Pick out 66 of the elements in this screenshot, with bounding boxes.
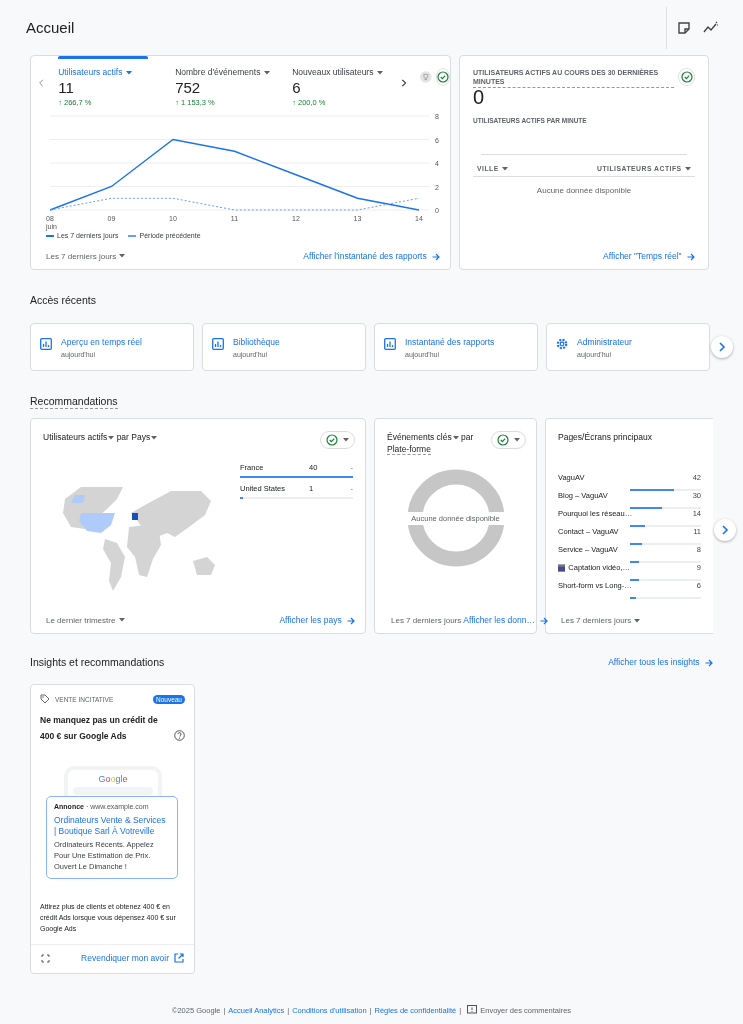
realtime-value: 0 bbox=[473, 86, 486, 109]
bar-chart-icon bbox=[384, 338, 396, 350]
arrow-right-icon bbox=[705, 658, 713, 667]
feedback-icon bbox=[467, 1005, 478, 1015]
metric-selector[interactable]: Utilisateurs actifs bbox=[43, 432, 108, 442]
caret-icon bbox=[452, 435, 459, 440]
card-title-text: par bbox=[116, 432, 129, 442]
insight-headline: Ne manquez pas un crédit de 400 € sur Google Ads bbox=[40, 714, 159, 743]
bar-chart-icon bbox=[212, 338, 224, 350]
bar-chart-icon bbox=[40, 338, 52, 350]
realtime-link[interactable]: Afficher "Temps réel" bbox=[603, 251, 695, 261]
caret-icon bbox=[118, 618, 125, 623]
logo-text: Google bbox=[98, 774, 128, 784]
section-title: Insights et recommandations bbox=[30, 656, 165, 668]
ad-title: Ordinateurs Vente & Services | Boutique Sarl À Votreville bbox=[54, 815, 167, 837]
card-title: Pages/Écrans principaux bbox=[558, 431, 653, 443]
view-countries-link[interactable]: Afficher les pays bbox=[279, 615, 355, 625]
status-dropdown[interactable] bbox=[491, 431, 526, 449]
caret-icon bbox=[343, 438, 349, 442]
check-circle-icon bbox=[437, 71, 449, 83]
status-badge[interactable] bbox=[436, 68, 450, 86]
empty-state-text: Aucune donnée disponible bbox=[535, 186, 633, 195]
claim-credit-link[interactable]: Revendiquer mon avoir bbox=[81, 953, 169, 963]
chevron-right-icon bbox=[721, 525, 729, 535]
next-button[interactable] bbox=[714, 519, 736, 541]
caret-icon bbox=[151, 435, 158, 440]
date-range-dropdown[interactable]: Les 7 derniers jours bbox=[46, 251, 126, 261]
date-range-dropdown[interactable]: Les 7 derniers jours bbox=[561, 616, 641, 625]
chevron-right-icon bbox=[718, 342, 726, 352]
caret-icon bbox=[108, 435, 115, 440]
check-circle-icon bbox=[680, 71, 693, 83]
page-title: Accueil bbox=[26, 19, 75, 36]
metric-selector[interactable]: Événements clés bbox=[387, 432, 452, 442]
status-dropdown[interactable] bbox=[320, 431, 355, 449]
expand-icon[interactable] bbox=[41, 953, 50, 963]
settings-icon bbox=[556, 338, 568, 350]
arrow-right-icon bbox=[347, 616, 355, 625]
caret-icon bbox=[514, 438, 520, 442]
caret-icon bbox=[376, 70, 383, 75]
insights-icon[interactable] bbox=[703, 20, 719, 35]
arrow-right-icon bbox=[432, 252, 440, 261]
caret-icon bbox=[502, 167, 509, 172]
tag-icon bbox=[40, 694, 50, 704]
arrow-right-icon bbox=[687, 252, 695, 261]
caret-icon bbox=[685, 167, 691, 172]
view-insights-link[interactable]: Afficher tous les insights bbox=[608, 657, 713, 667]
caret-icon bbox=[634, 618, 641, 623]
date-range-dropdown[interactable]: Les 7 derniers jours bbox=[391, 615, 462, 625]
next-button[interactable] bbox=[711, 336, 733, 358]
view-reports-link[interactable]: Afficher l'instantané des rapports bbox=[303, 251, 440, 261]
dimension-selector[interactable]: Plate-forme bbox=[387, 444, 431, 455]
note-icon[interactable] bbox=[677, 20, 691, 35]
date-range-dropdown[interactable]: Le dernier trimestre bbox=[46, 615, 125, 625]
chevron-right-icon[interactable] bbox=[401, 77, 407, 89]
card-title-text: par bbox=[461, 432, 474, 442]
caret-icon bbox=[263, 70, 270, 75]
check-circle-icon bbox=[326, 434, 338, 446]
caret-icon bbox=[125, 70, 132, 75]
caret-icon bbox=[119, 254, 126, 259]
section-title: Accès récents bbox=[30, 294, 97, 306]
status-badge[interactable] bbox=[678, 68, 695, 86]
help-icon[interactable] bbox=[174, 730, 185, 741]
check-circle-icon bbox=[497, 434, 509, 446]
dimension-selector[interactable]: Pays bbox=[131, 432, 151, 442]
section-title: Recommandations bbox=[30, 395, 118, 409]
external-link-icon[interactable] bbox=[174, 953, 184, 963]
